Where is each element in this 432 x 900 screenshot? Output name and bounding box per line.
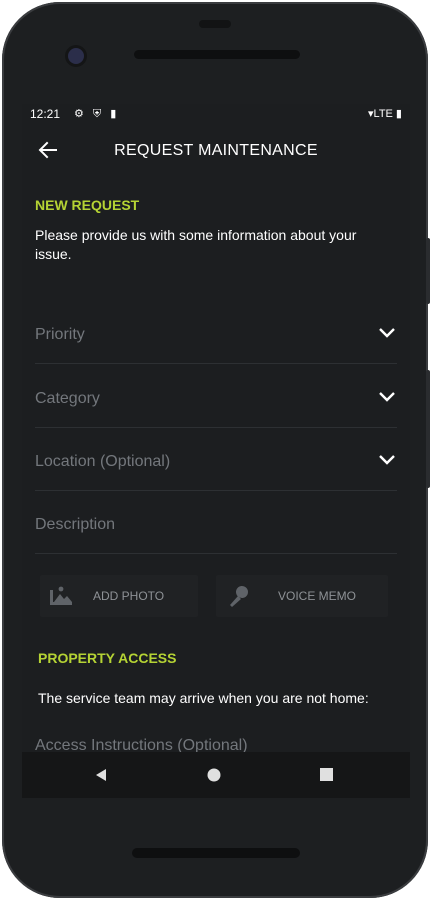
chevron-down-icon [379,328,395,338]
back-nav-icon[interactable] [94,768,108,782]
volume-button [426,238,430,304]
sensor [199,20,231,28]
priority-dropdown[interactable]: Priority [35,300,397,364]
status-time: 12:21 [30,107,61,121]
description-placeholder: Description [35,516,116,533]
status-notification-icons: ⚙ ⛨ ▮ [74,108,120,120]
voice-memo-label: VOICE MEMO [278,589,357,603]
front-camera [68,48,84,64]
property-access-heading: PROPERTY ACCESS [38,650,177,666]
location-label: Location (Optional) [35,453,171,470]
new-request-heading: NEW REQUEST [35,197,140,213]
add-photo-button[interactable]: ADD PHOTO [40,575,198,617]
microphone-icon [230,586,248,607]
chevron-down-icon [379,455,395,465]
page-title: REQUEST MAINTENANCE [114,142,318,159]
app-screen: 12:21 ⚙ ⛨ ▮ ▾LTE ▮ REQUEST MAINTENANCE N… [22,104,410,752]
chevron-down-icon [379,392,395,402]
intro-text-line1: Please provide us with some information … [35,227,357,243]
category-dropdown[interactable]: Category [35,364,397,428]
status-signal-battery-icons: ▾LTE ▮ [368,108,402,120]
navigation-bar [22,752,410,798]
home-nav-icon[interactable] [207,768,221,782]
description-field[interactable]: Description [35,490,397,554]
status-bar: 12:21 ⚙ ⛨ ▮ ▾LTE ▮ [22,104,410,124]
earpiece-speaker [134,50,300,59]
property-access-text: The service team may arrive when you are… [38,690,369,706]
voice-memo-button[interactable]: VOICE MEMO [216,575,388,617]
bottom-speaker [132,848,300,858]
access-instructions-field[interactable]: Access Instructions (Optional) [35,737,248,752]
app-bar: REQUEST MAINTENANCE [22,124,410,180]
location-dropdown[interactable]: Location (Optional) [35,427,397,491]
power-button [426,370,430,488]
category-label: Category [35,390,100,407]
add-photo-label: ADD PHOTO [93,589,165,603]
image-icon [50,586,72,605]
recents-nav-icon[interactable] [320,768,333,781]
priority-label: Priority [35,326,85,343]
intro-text-line2: issue. [35,246,72,262]
